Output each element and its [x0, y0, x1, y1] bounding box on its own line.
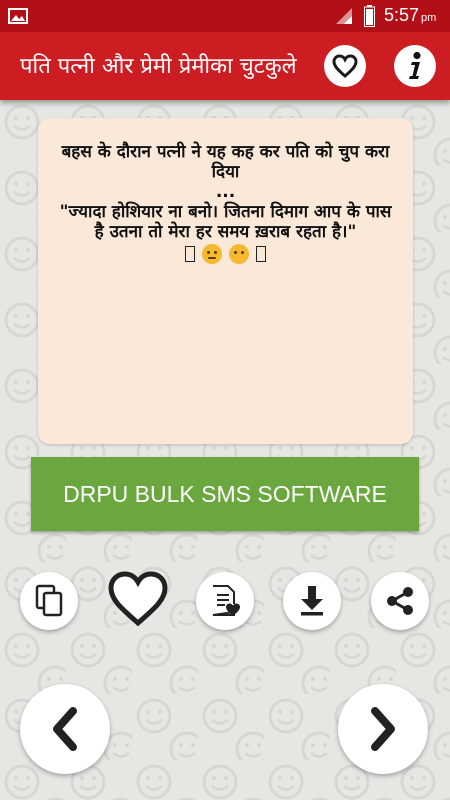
clock: 5:57 pm	[384, 5, 436, 26]
ad-banner[interactable]: DRPU BULK SMS SOFTWARE	[31, 457, 419, 531]
image-notification-icon	[8, 8, 28, 24]
next-button[interactable]	[338, 684, 428, 774]
battery-icon	[364, 5, 375, 27]
emoji-row	[38, 244, 413, 264]
share-icon	[387, 587, 413, 615]
clock-ampm: pm	[421, 12, 437, 24]
missing-glyph-icon	[255, 246, 266, 262]
missing-glyph-icon	[185, 246, 196, 262]
app-bar: पति पत्नी और प्रेमी प्रेमीका चुटकुले	[0, 32, 450, 100]
add-to-favorites-button[interactable]	[196, 572, 254, 630]
message-card: बहस के दौरान पत्नी ने यह कह कर पति को चु…	[38, 118, 413, 444]
heart-icon	[108, 571, 168, 627]
info-icon	[409, 51, 421, 79]
chevron-right-icon	[371, 707, 395, 751]
signal-icon	[336, 8, 352, 24]
page-title: पति पत्नी और प्रेमी प्रेमीका चुटकुले	[20, 54, 297, 79]
favorites-button[interactable]	[324, 45, 366, 87]
download-button[interactable]	[283, 572, 341, 630]
info-button[interactable]	[394, 45, 436, 87]
favorite-list-icon	[212, 585, 240, 616]
clock-time: 5:57	[384, 5, 420, 25]
share-button[interactable]	[371, 572, 429, 630]
copy-button[interactable]	[20, 572, 78, 630]
like-button[interactable]	[107, 568, 169, 630]
copy-icon	[35, 584, 63, 617]
heart-outline-icon	[332, 54, 358, 78]
status-bar: 5:57 pm	[0, 0, 450, 32]
joke-text: बहस के दौरान पत्नी ने यह कह कर पति को चु…	[59, 142, 392, 242]
chevron-left-icon	[53, 707, 77, 751]
download-icon	[301, 586, 323, 616]
previous-button[interactable]	[20, 684, 110, 774]
neutral-face-emoji-icon	[228, 244, 249, 264]
sad-face-emoji-icon	[202, 244, 223, 264]
